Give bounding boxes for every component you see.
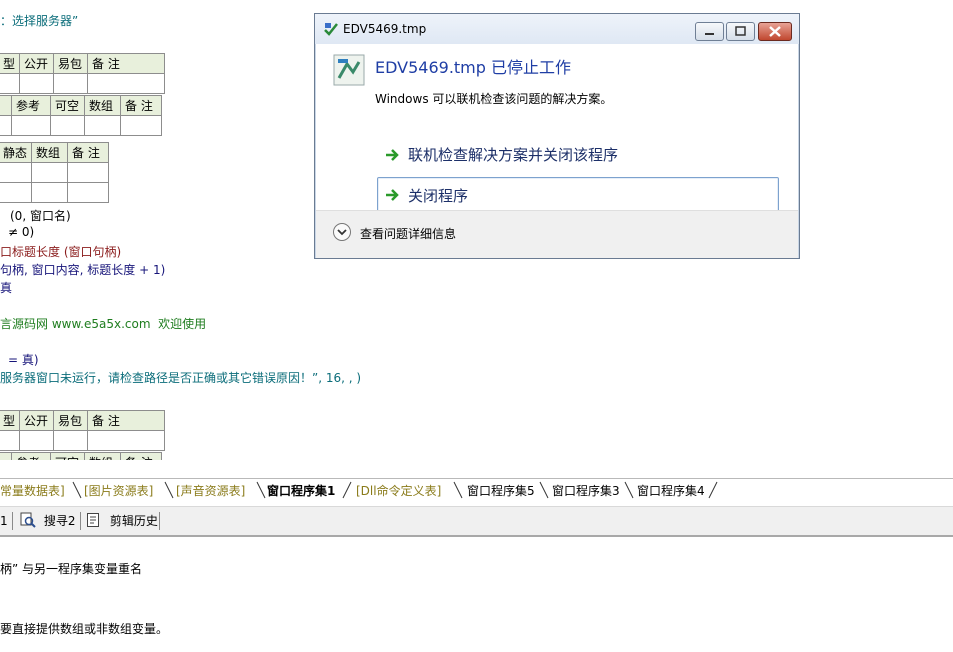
params-table-1-sub: 参考 可空 数组 备 注 xyxy=(0,95,162,136)
tab-images[interactable]: [图片资源表] xyxy=(84,482,153,500)
output-message: 要直接提供数组或非数组变量。 xyxy=(0,622,169,636)
tab-separator xyxy=(539,481,549,499)
dialog-footer: 查看问题详细信息 xyxy=(316,210,798,258)
code-line: 句柄, 窗口内容, 标题长度 + 1) xyxy=(0,263,166,277)
app-error-icon xyxy=(333,54,365,86)
chevron-down-icon xyxy=(333,223,351,241)
toolbar-separator xyxy=(80,512,81,530)
app-crash-dialog: EDV5469.tmp EDV5469.tmp 已停止工作 Windows 可以… xyxy=(314,13,800,259)
view-details-toggle[interactable]: 查看问题详细信息 xyxy=(332,222,532,244)
code-line: 服务器窗口未运行，请检查路径是否正确或其它错误原因！”, 16, , ) xyxy=(0,371,362,385)
tab-dll-commands[interactable]: [Dll命令定义表] xyxy=(356,482,441,500)
close-button[interactable] xyxy=(758,22,792,41)
code-line: ≠ 0) xyxy=(8,225,35,239)
close-program-label: 关闭程序 xyxy=(408,187,469,205)
params-table-2: 型 公开 易包 备 注 xyxy=(0,410,166,451)
tab-separator xyxy=(256,481,266,499)
col-remark: 备 注 xyxy=(120,95,162,116)
code-line-comment: 言源码网 www.e5a5x.com 欢迎使用 xyxy=(0,317,207,331)
col-array: 数组 xyxy=(84,95,121,116)
close-program-option[interactable]: 关闭程序 xyxy=(377,177,779,213)
code-line: 口标题长度 (窗口句柄) xyxy=(0,245,122,259)
dialog-title: EDV5469.tmp xyxy=(343,22,427,36)
tab-separator xyxy=(342,481,352,499)
code-tab-strip: 常量数据表] [图片资源表] [声音资源表] 窗口程序集1 [Dll命令定义表]… xyxy=(0,478,953,501)
tab-separator xyxy=(708,481,718,499)
check-online-label: 联机检查解决方案并关闭该程序 xyxy=(408,146,619,164)
col-static: 静态 xyxy=(0,142,33,163)
tab-separator xyxy=(72,481,82,499)
arrow-right-icon xyxy=(386,189,399,201)
app-icon xyxy=(324,23,338,36)
col-nullable: 可空 xyxy=(50,95,85,116)
col-remark: 备 注 xyxy=(67,142,110,163)
view-details-label: 查看问题详细信息 xyxy=(360,227,457,241)
dialog-title-bar[interactable]: EDV5469.tmp xyxy=(315,14,799,44)
col-easy-pkg: 易包 xyxy=(53,53,89,74)
tab-separator xyxy=(164,481,174,499)
clipboard-icon xyxy=(87,513,99,527)
col-public: 公开 xyxy=(19,410,55,431)
col-array: 数组 xyxy=(31,142,69,163)
tab-window-module-1[interactable]: 窗口程序集1 xyxy=(267,482,335,500)
locals-table: 静态 数组 备 注 xyxy=(0,142,110,203)
search-icon xyxy=(20,512,36,528)
minimize-button[interactable] xyxy=(695,22,724,41)
output-panel-toolbar: 1 搜寻2 剪辑历史 xyxy=(0,506,953,537)
clip-history-button[interactable]: 剪辑历史 xyxy=(86,512,158,530)
toolbar-separator xyxy=(159,512,160,530)
col-remark: 备 注 xyxy=(87,410,166,431)
dialog-body: EDV5469.tmp 已停止工作 Windows 可以联机检查该问题的解决方案… xyxy=(316,44,798,213)
tab-separator xyxy=(453,481,463,499)
col-public: 公开 xyxy=(19,53,55,74)
tab-window-module-3[interactable]: 窗口程序集3 xyxy=(552,482,620,500)
search2-label: 搜寻2 xyxy=(43,514,76,528)
output-message: 柄” 与另一程序集变量重名 xyxy=(0,562,143,576)
tab-separator xyxy=(624,481,634,499)
col-remark: 备 注 xyxy=(87,53,166,74)
check-online-option[interactable]: 联机检查解决方案并关闭该程序 xyxy=(377,137,779,171)
code-line: = 真) xyxy=(8,353,39,367)
arrow-right-icon xyxy=(386,149,399,161)
maximize-icon xyxy=(735,26,746,36)
tab-window-module-5[interactable]: 窗口程序集5 xyxy=(467,482,535,500)
clip-history-label: 剪辑历史 xyxy=(109,514,158,528)
maximize-button[interactable] xyxy=(726,22,755,41)
close-icon xyxy=(769,26,781,37)
tab-sounds[interactable]: [声音资源表] xyxy=(176,482,245,500)
col-ref: 参考 xyxy=(11,95,51,116)
dialog-heading: EDV5469.tmp 已停止工作 xyxy=(375,58,572,77)
code-line: (0, 窗口名) xyxy=(10,209,71,223)
col-easy-pkg: 易包 xyxy=(53,410,89,431)
tab-window-module-4[interactable]: 窗口程序集4 xyxy=(637,482,705,500)
code-line-comment: ：选择服务器” xyxy=(0,14,79,28)
toolbar-separator xyxy=(12,512,13,530)
tab-constants[interactable]: 常量数据表] xyxy=(0,482,65,500)
code-line: 真 xyxy=(0,281,13,295)
minimize-icon xyxy=(705,33,714,35)
col-type: 型 xyxy=(0,53,21,74)
output-tab-1[interactable]: 1 xyxy=(0,512,8,530)
params-table-1: 型 公开 易包 备 注 xyxy=(0,53,166,94)
params-table-2-sub-clipped: 参考 可空 数组 备 注 xyxy=(0,452,162,460)
dialog-message: Windows 可以联机检查该问题的解决方案。 xyxy=(375,92,613,106)
col-type: 型 xyxy=(0,410,21,431)
search2-button[interactable]: 搜寻2 xyxy=(20,512,75,530)
